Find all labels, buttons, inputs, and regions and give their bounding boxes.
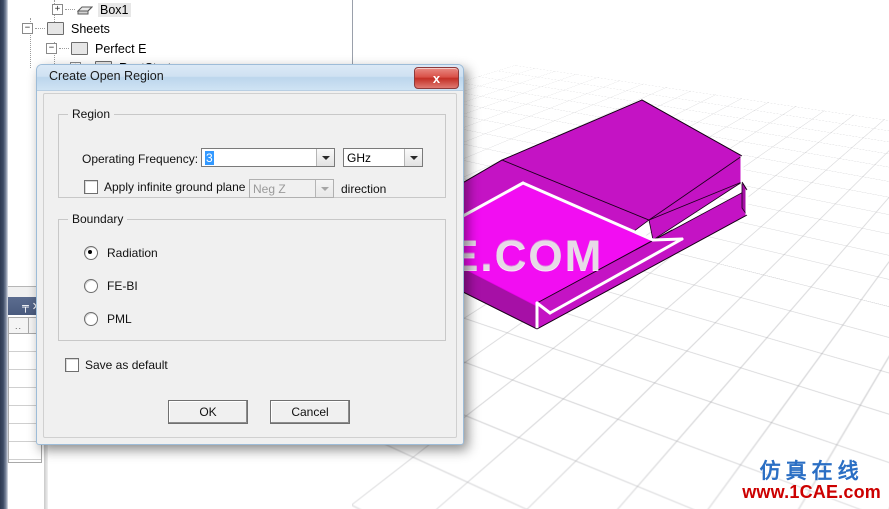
- tree-connector: [35, 28, 45, 29]
- dialog-body: Region Operating Frequency: 3 GHz Apply …: [43, 93, 457, 438]
- ok-button[interactable]: OK: [168, 400, 248, 424]
- tree-connector: [65, 9, 75, 10]
- boundary-option-pml[interactable]: PML: [84, 312, 132, 326]
- save-as-default-checkbox[interactable]: Save as default: [65, 358, 168, 372]
- boundary-option-radiation[interactable]: Radiation: [84, 246, 158, 260]
- dialog-titlebar[interactable]: Create Open Region x: [37, 65, 463, 91]
- tree-item-label: Box1: [98, 3, 131, 17]
- apply-ground-plane-label: Apply infinite ground plane at: [104, 180, 259, 194]
- boundary-option-label: FE-BI: [107, 279, 138, 293]
- chevron-down-icon[interactable]: [316, 149, 334, 166]
- operating-frequency-value: 3: [205, 151, 214, 165]
- frequency-unit-value: GHz: [344, 149, 404, 166]
- tree-item-perfect-e[interactable]: − Perfect E: [46, 39, 148, 58]
- box-icon: [77, 4, 93, 16]
- chevron-down-icon[interactable]: [315, 180, 333, 197]
- checkbox-box[interactable]: [65, 358, 79, 372]
- frequency-unit-select[interactable]: GHz: [343, 148, 423, 167]
- tree-item-sheets[interactable]: − Sheets: [22, 19, 112, 38]
- save-as-default-label: Save as default: [85, 358, 168, 372]
- tree-item-label: Sheets: [69, 22, 112, 36]
- apply-ground-plane-checkbox[interactable]: Apply infinite ground plane at: [84, 180, 259, 194]
- boundary-option-label: Radiation: [107, 246, 158, 260]
- checkbox-box[interactable]: [84, 180, 98, 194]
- create-open-region-dialog[interactable]: Create Open Region x Region Operating Fr…: [36, 64, 464, 445]
- boundary-option-febi[interactable]: FE-BI: [84, 279, 138, 293]
- pin-icon[interactable]: ╤: [22, 301, 29, 312]
- operating-frequency-input[interactable]: 3: [201, 148, 335, 167]
- expander-icon[interactable]: −: [46, 43, 57, 54]
- ground-plane-direction-select[interactable]: Neg Z: [249, 179, 334, 198]
- chevron-down-icon[interactable]: [404, 149, 422, 166]
- expander-icon[interactable]: −: [22, 23, 33, 34]
- expander-icon[interactable]: +: [52, 4, 63, 15]
- boundary-option-label: PML: [107, 312, 132, 326]
- direction-suffix-label: direction: [341, 182, 386, 196]
- grid-column-header[interactable]: ..: [9, 318, 29, 333]
- ground-plane-direction-value: Neg Z: [250, 180, 315, 197]
- window-frame-edge: [0, 0, 8, 509]
- radio-button[interactable]: [84, 312, 98, 326]
- boundary-groupbox-legend: Boundary: [68, 212, 127, 226]
- dialog-title: Create Open Region: [49, 69, 164, 83]
- radio-button[interactable]: [84, 246, 98, 260]
- tree-connector: [59, 48, 69, 49]
- close-button[interactable]: x: [414, 67, 459, 89]
- sheet-icon: [47, 22, 64, 35]
- radio-button[interactable]: [84, 279, 98, 293]
- tree-item-label: Perfect E: [93, 42, 148, 56]
- operating-frequency-label: Operating Frequency:: [82, 152, 198, 166]
- region-groupbox-legend: Region: [68, 107, 114, 121]
- tree-item-box1[interactable]: + Box1: [52, 0, 131, 19]
- sheet-icon: [71, 42, 88, 55]
- cancel-button[interactable]: Cancel: [270, 400, 350, 424]
- grid-row[interactable]: [9, 442, 41, 460]
